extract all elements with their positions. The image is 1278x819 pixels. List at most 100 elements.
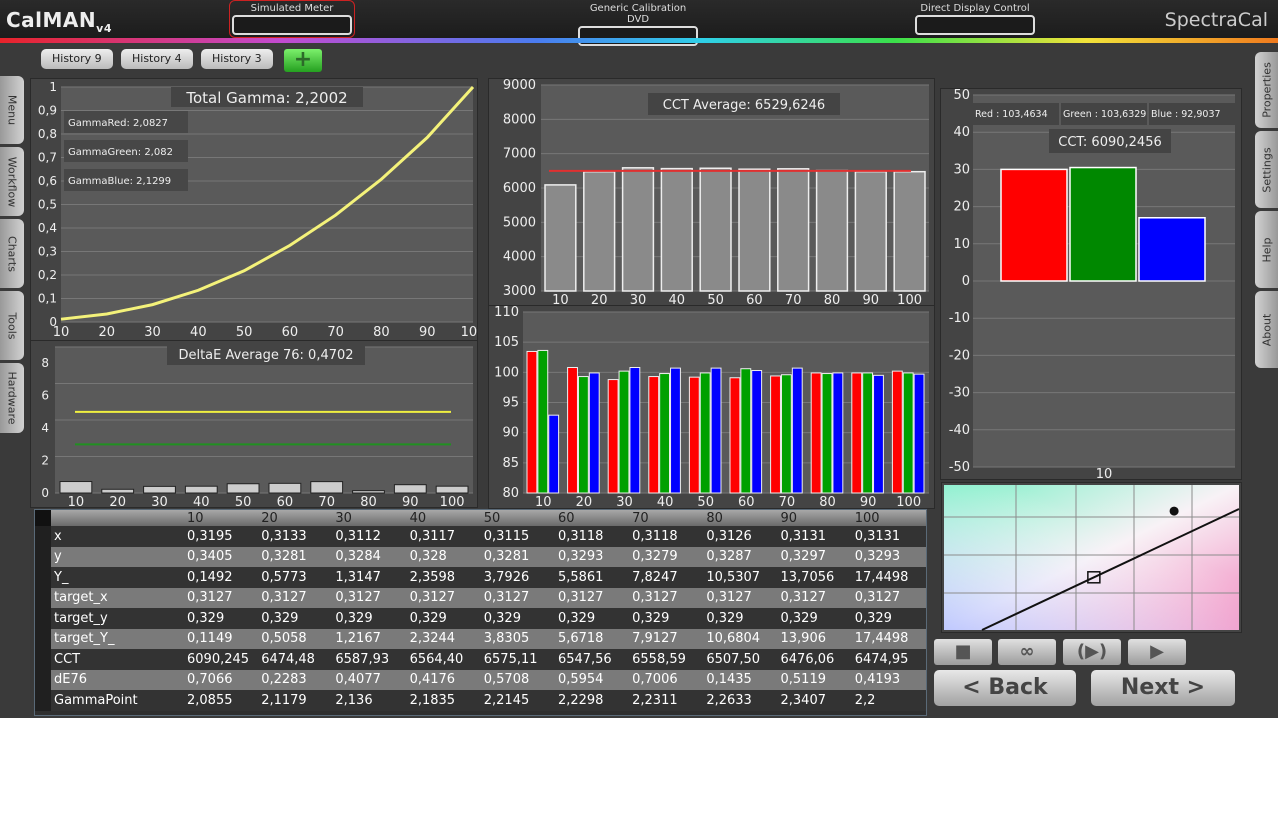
- x-tick-label: 70: [779, 495, 796, 509]
- meter-simulated[interactable]: Simulated Meter: [229, 0, 355, 38]
- table-cell: 0,3131: [851, 526, 926, 547]
- display-control[interactable]: Direct Display Control: [915, 3, 1035, 35]
- y-tick-label: 8: [41, 356, 49, 370]
- table-cell: 6547,56: [554, 649, 630, 670]
- tab-hardware[interactable]: Hardware: [0, 363, 24, 433]
- step-play-button[interactable]: (▶): [1063, 639, 1121, 665]
- loop-button[interactable]: ∞: [998, 639, 1056, 665]
- table-cell: 0,329: [258, 608, 333, 629]
- tab-settings[interactable]: Settings: [1255, 131, 1278, 208]
- table-cell: 0,329: [184, 608, 259, 629]
- rgb-balance-bar: [629, 367, 641, 494]
- table-cell: 2,3598: [406, 567, 481, 588]
- x-axis-label: 10: [1096, 467, 1113, 480]
- row-label: x: [51, 526, 184, 547]
- tab-menu[interactable]: Menu: [0, 76, 24, 144]
- tab-charts[interactable]: Charts: [0, 219, 24, 288]
- source-box[interactable]: [578, 26, 698, 46]
- table-cell: 2,2298: [554, 690, 630, 711]
- x-tick-label: 30: [151, 495, 168, 508]
- stop-button[interactable]: ■: [934, 639, 992, 665]
- rgb-balance-chart: 80 85 90 95 100 105 110 10 20 30 40 50 60 70 80 90 100: [488, 305, 935, 509]
- table-cell: 0,3279: [629, 546, 704, 567]
- y-tick-label: -50: [949, 460, 970, 475]
- y-tick-label: 4000: [503, 250, 536, 265]
- gamma-title: Total Gamma: 2,2002: [185, 89, 347, 107]
- x-tick-label: 100: [440, 495, 465, 508]
- y-tick-label: 0: [962, 274, 970, 289]
- play-button[interactable]: ▶: [1128, 639, 1186, 665]
- tab-properties[interactable]: Properties: [1255, 52, 1278, 128]
- table-column-header: 90: [777, 510, 852, 526]
- x-tick-label: 20: [576, 495, 593, 509]
- deltae-chart: 0 2 4 6 8 DeltaE Average 76: 0,4702 10 20 30 40 50…: [30, 340, 478, 508]
- table-column-header: 50: [480, 510, 555, 526]
- table-cell: 2,1179: [258, 690, 333, 711]
- table-cell: 0,3127: [629, 587, 704, 608]
- tab-tools[interactable]: Tools: [0, 291, 24, 360]
- table-cell: 0,5058: [258, 628, 333, 649]
- rgb-balance-bar: [770, 375, 781, 494]
- table-column-header: 80: [703, 510, 778, 526]
- y-tick-label: 0,8: [38, 127, 57, 141]
- table-cell: 17,4498: [851, 567, 926, 588]
- row-gutter: [35, 526, 51, 547]
- rgb-level-bar: [1000, 168, 1068, 282]
- table-cell: 0,5773: [258, 567, 333, 588]
- table-cell: 0,3127: [703, 587, 778, 608]
- table-cell: 0,3284: [332, 546, 407, 567]
- x-tick-label: 80: [373, 325, 390, 340]
- row-label: dE76: [51, 669, 184, 690]
- table-column-header: 10: [184, 510, 259, 526]
- y-tick-label: 6: [41, 389, 49, 403]
- rgb-level-chart: 50 40 30 20 10 0 -10 -20 -30 -40 -50 Red : 103,4634…: [940, 88, 1242, 480]
- table-cell: 0,3118: [554, 526, 630, 547]
- add-history-button[interactable]: +: [284, 49, 322, 72]
- tab-about[interactable]: About: [1255, 291, 1278, 368]
- table-cell: 0,3287: [703, 546, 778, 567]
- next-button[interactable]: Next >: [1091, 670, 1235, 706]
- cct-bar: [699, 167, 732, 292]
- spectracal-brand: SpectraCal: [1164, 9, 1268, 31]
- rgb-balance-bar: [791, 367, 803, 494]
- cct-bar: [621, 167, 655, 292]
- tab-history-3[interactable]: History 3: [201, 49, 273, 69]
- rgb-balance-bar: [699, 372, 711, 494]
- table-cell: 0,3127: [554, 587, 630, 608]
- y-tick-label: 9000: [503, 78, 536, 93]
- rgb-balance-bar: [607, 379, 619, 494]
- rgb-level-bar: [1138, 217, 1206, 282]
- tab-workflow[interactable]: Workflow: [0, 147, 24, 216]
- tab-history-4[interactable]: History 4: [121, 49, 193, 69]
- table-cell: 0,329: [777, 608, 852, 629]
- rgb-balance-bar: [659, 373, 671, 494]
- rgb-balance-bar: [537, 349, 549, 494]
- x-tick-label: 40: [193, 495, 210, 508]
- y-tick-label: 0,5: [38, 198, 57, 212]
- tab-help[interactable]: Help: [1255, 211, 1278, 288]
- display-box[interactable]: [915, 15, 1035, 35]
- rgb-balance-bar: [780, 374, 792, 494]
- x-tick-label: 40: [190, 325, 207, 340]
- table-cell: 6558,59: [629, 649, 704, 670]
- rgb-balance-bar: [577, 376, 589, 494]
- y-tick-label: 4: [41, 421, 49, 435]
- rgb-balance-bar: [873, 374, 884, 494]
- rgb-balance-bar: [567, 367, 578, 494]
- deltae-bar: [101, 488, 135, 494]
- tab-history-9[interactable]: History 9: [41, 49, 113, 69]
- rgb-balance-bar: [891, 370, 903, 494]
- y-tick-label: 95: [502, 396, 519, 411]
- display-label: Direct Display Control: [920, 3, 1030, 14]
- back-button[interactable]: < Back: [934, 670, 1076, 706]
- rgb-balance-bar: [729, 377, 741, 494]
- cct-title: CCT Average: 6529,6246: [663, 98, 825, 113]
- gamma-channel-label: GammaBlue: 2,1299: [68, 176, 171, 187]
- table-cell: 6587,93: [332, 649, 407, 670]
- y-tick-label: -30: [949, 386, 970, 401]
- deltae-bar: [226, 483, 260, 494]
- table-cell: 3,8305: [480, 628, 555, 649]
- meter-box[interactable]: [232, 15, 352, 35]
- table-cell: 0,3127: [406, 587, 481, 608]
- table-cell: 17,4498: [851, 628, 926, 649]
